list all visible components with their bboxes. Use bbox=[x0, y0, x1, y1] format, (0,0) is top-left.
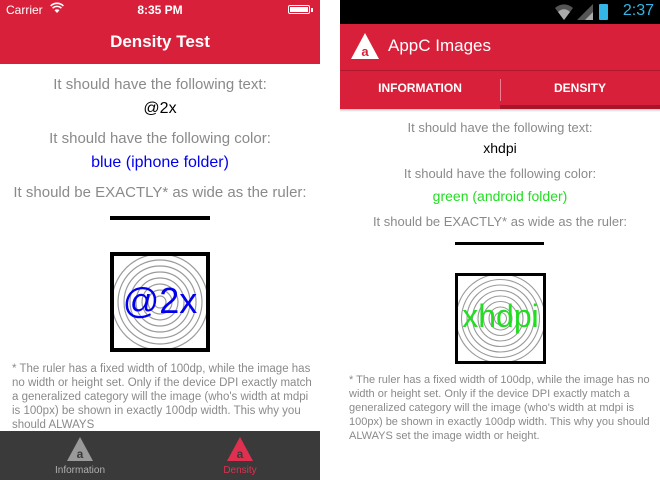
battery-icon bbox=[288, 5, 313, 14]
android-status-bar: 2:37 bbox=[340, 0, 660, 24]
appc-logo-icon: a bbox=[67, 437, 93, 461]
appc-logo-icon: a bbox=[351, 33, 379, 59]
ruler-label: It should be EXACTLY* as wide as the rul… bbox=[372, 214, 628, 229]
expected-color-value: green (android folder) bbox=[432, 188, 568, 204]
navigation-bar: Density Test bbox=[0, 20, 320, 64]
android-tab-strip: INFORMATION DENSITY bbox=[340, 70, 660, 109]
ruler bbox=[455, 242, 544, 245]
tab-information-label: Information bbox=[54, 465, 106, 476]
android-screen: 2:37 a AppC Images INFORMATION DENSITY I… bbox=[340, 0, 660, 480]
expected-color-value: blue (iphone folder) bbox=[91, 154, 229, 171]
expected-color-label: It should have the following color: bbox=[49, 130, 271, 147]
ruler bbox=[110, 216, 210, 220]
tab-density[interactable]: DENSITY bbox=[500, 71, 660, 109]
ruler-label: It should be EXACTLY* as wide as the rul… bbox=[13, 184, 307, 201]
ios-status-bar: Carrier 8:35 PM bbox=[0, 0, 320, 20]
status-time: 2:37 bbox=[622, 2, 654, 19]
expected-text-label: It should have the following text: bbox=[53, 76, 267, 93]
expected-color-label: It should have the following color: bbox=[403, 166, 597, 181]
battery-icon bbox=[599, 4, 608, 20]
density-image: @2x bbox=[110, 252, 210, 352]
svg-text:a: a bbox=[237, 447, 244, 461]
tab-information[interactable]: INFORMATION bbox=[340, 71, 500, 109]
expected-text-label: It should have the following text: bbox=[407, 120, 593, 135]
action-bar: a AppC Images bbox=[340, 24, 660, 70]
signal-icon bbox=[577, 4, 593, 20]
appc-logo-icon: a bbox=[227, 437, 253, 461]
tab-density[interactable]: a Density bbox=[160, 431, 320, 480]
ios-screen: Carrier 8:35 PM Density Test It should h… bbox=[0, 0, 320, 480]
tab-information[interactable]: a Information bbox=[0, 431, 160, 480]
wifi-icon bbox=[555, 4, 573, 20]
app-title: AppC Images bbox=[388, 36, 491, 55]
density-image-text: xhdpi bbox=[462, 298, 539, 334]
tab-bar: a Information a Density bbox=[0, 431, 320, 480]
density-image-text: @2x bbox=[122, 280, 198, 321]
svg-text:a: a bbox=[361, 44, 369, 59]
page-title: Density Test bbox=[110, 32, 210, 51]
footnote: * The ruler has a fixed width of 100dp, … bbox=[12, 363, 312, 431]
android-content: It should have the following text: xhdpi… bbox=[340, 112, 660, 480]
tab-density-label: Density bbox=[223, 465, 257, 476]
ios-content: It should have the following text: @2x I… bbox=[0, 64, 320, 431]
density-image: xhdpi bbox=[455, 273, 546, 364]
svg-text:a: a bbox=[77, 447, 84, 461]
status-time: 8:35 PM bbox=[137, 3, 183, 17]
footnote: * The ruler has a fixed width of 100dp, … bbox=[349, 374, 650, 442]
expected-text-value: @2x bbox=[143, 100, 177, 117]
expected-text-value: xhdpi bbox=[483, 140, 517, 156]
